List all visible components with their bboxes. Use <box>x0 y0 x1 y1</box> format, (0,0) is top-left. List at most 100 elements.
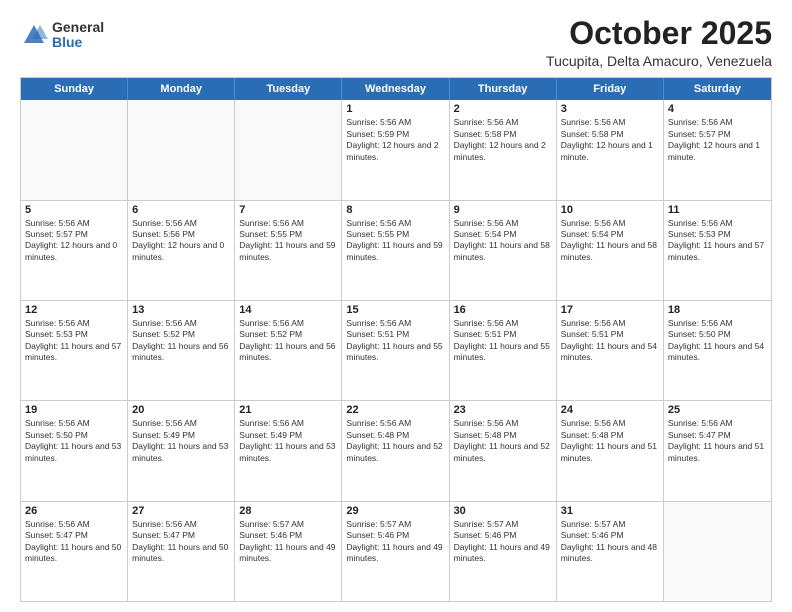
calendar-cell-empty <box>664 502 771 601</box>
cell-info: Sunrise: 5:56 AM Sunset: 5:49 PM Dayligh… <box>132 418 230 464</box>
calendar-row-3: 12Sunrise: 5:56 AM Sunset: 5:53 PM Dayli… <box>21 300 771 400</box>
logo-general: General <box>52 20 104 35</box>
month-title: October 2025 <box>546 16 772 51</box>
cell-info: Sunrise: 5:56 AM Sunset: 5:50 PM Dayligh… <box>668 318 767 364</box>
cell-info: Sunrise: 5:56 AM Sunset: 5:48 PM Dayligh… <box>346 418 444 464</box>
cell-info: Sunrise: 5:56 AM Sunset: 5:50 PM Dayligh… <box>25 418 123 464</box>
calendar-cell-1: 1 Sunrise: 5:56 AM Sunset: 5:59 PM Daylig… <box>342 100 449 199</box>
calendar-cell-18: 18 Sunrise: 5:56 AM Sunset: 5:50 PM Dayli… <box>664 301 771 400</box>
calendar-cell-empty <box>235 100 342 199</box>
calendar-cell-27: 27 Sunrise: 5:56 AM Sunset: 5:47 PM Dayli… <box>128 502 235 601</box>
calendar-row-5: 26 Sunrise: 5:56 AM Sunset: 5:47 PM Dayli… <box>21 501 771 601</box>
day-number: 9 <box>454 204 552 216</box>
calendar-cell-26: 26 Sunrise: 5:56 AM Sunset: 5:47 PM Dayli… <box>21 502 128 601</box>
cell-info: Sunrise: 5:56 AM Sunset: 5:57 PM Dayligh… <box>25 218 123 264</box>
calendar-cell-30: 30 Sunrise: 5:57 AM Sunset: 5:46 PM Dayli… <box>450 502 557 601</box>
calendar-cell-31: 31 Sunrise: 5:57 AM Sunset: 5:46 PM Dayli… <box>557 502 664 601</box>
calendar-cell-5: 5 Sunrise: 5:56 AM Sunset: 5:57 PM Daylig… <box>21 201 128 300</box>
day-number: 31 <box>561 505 659 517</box>
cell-info: Sunrise: 5:56 AM Sunset: 5:54 PM Dayligh… <box>454 218 552 264</box>
calendar-cell-22: 22 Sunrise: 5:56 AM Sunset: 5:48 PM Dayli… <box>342 401 449 500</box>
calendar: SundayMondayTuesdayWednesdayThursdayFrid… <box>20 77 772 602</box>
calendar-row-4: 19Sunrise: 5:56 AM Sunset: 5:50 PM Dayli… <box>21 400 771 500</box>
calendar-cell-14: 14 Sunrise: 5:56 AM Sunset: 5:52 PM Dayli… <box>235 301 342 400</box>
location: Tucupita, Delta Amacuro, Venezuela <box>546 53 772 69</box>
cell-info: Sunrise: 5:56 AM Sunset: 5:56 PM Dayligh… <box>132 218 230 264</box>
calendar-cell-empty <box>128 100 235 199</box>
cell-info: Sunrise: 5:56 AM Sunset: 5:47 PM Dayligh… <box>668 418 767 464</box>
day-number: 23 <box>454 404 552 416</box>
day-number: 26 <box>25 505 123 517</box>
cell-info: Sunrise: 5:56 AM Sunset: 5:54 PM Dayligh… <box>561 218 659 264</box>
cell-info: Sunrise: 5:57 AM Sunset: 5:46 PM Dayligh… <box>239 519 337 565</box>
page: General Blue October 2025 Tucupita, Delt… <box>0 0 792 612</box>
cell-info: Sunrise: 5:56 AM Sunset: 5:48 PM Dayligh… <box>561 418 659 464</box>
day-number: 29 <box>346 505 444 517</box>
calendar-cell-7: 7 Sunrise: 5:56 AM Sunset: 5:55 PM Daylig… <box>235 201 342 300</box>
title-block: October 2025 Tucupita, Delta Amacuro, Ve… <box>546 16 772 69</box>
day-number: 18 <box>668 304 767 316</box>
calendar-cell-8: 8 Sunrise: 5:56 AM Sunset: 5:55 PM Daylig… <box>342 201 449 300</box>
day-number: 13 <box>132 304 230 316</box>
calendar-cell-11: 11Sunrise: 5:56 AM Sunset: 5:53 PM Dayli… <box>664 201 771 300</box>
day-number: 17 <box>561 304 659 316</box>
cell-info: Sunrise: 5:56 AM Sunset: 5:51 PM Dayligh… <box>346 318 444 364</box>
header-day-monday: Monday <box>128 78 235 100</box>
logo-blue: Blue <box>52 35 104 50</box>
header: General Blue October 2025 Tucupita, Delt… <box>20 16 772 69</box>
calendar-cell-21: 21 Sunrise: 5:56 AM Sunset: 5:49 PM Dayli… <box>235 401 342 500</box>
day-number: 28 <box>239 505 337 517</box>
day-number: 14 <box>239 304 337 316</box>
cell-info: Sunrise: 5:56 AM Sunset: 5:59 PM Dayligh… <box>346 117 444 163</box>
day-number: 1 <box>346 103 444 115</box>
cell-info: Sunrise: 5:56 AM Sunset: 5:57 PM Dayligh… <box>668 117 767 163</box>
calendar-row-1: 1 Sunrise: 5:56 AM Sunset: 5:59 PM Daylig… <box>21 100 771 199</box>
day-number: 5 <box>25 204 123 216</box>
calendar-cell-12: 12Sunrise: 5:56 AM Sunset: 5:53 PM Dayli… <box>21 301 128 400</box>
calendar-header: SundayMondayTuesdayWednesdayThursdayFrid… <box>21 78 771 100</box>
day-number: 24 <box>561 404 659 416</box>
logo-icon <box>20 21 48 49</box>
header-day-saturday: Saturday <box>664 78 771 100</box>
day-number: 8 <box>346 204 444 216</box>
cell-info: Sunrise: 5:57 AM Sunset: 5:46 PM Dayligh… <box>561 519 659 565</box>
cell-info: Sunrise: 5:56 AM Sunset: 5:52 PM Dayligh… <box>239 318 337 364</box>
day-number: 6 <box>132 204 230 216</box>
calendar-row-2: 5 Sunrise: 5:56 AM Sunset: 5:57 PM Daylig… <box>21 200 771 300</box>
calendar-cell-10: 10 Sunrise: 5:56 AM Sunset: 5:54 PM Dayli… <box>557 201 664 300</box>
day-number: 10 <box>561 204 659 216</box>
day-number: 20 <box>132 404 230 416</box>
cell-info: Sunrise: 5:56 AM Sunset: 5:55 PM Dayligh… <box>346 218 444 264</box>
cell-info: Sunrise: 5:56 AM Sunset: 5:58 PM Dayligh… <box>454 117 552 163</box>
logo-text: General Blue <box>52 20 104 51</box>
cell-info: Sunrise: 5:56 AM Sunset: 5:52 PM Dayligh… <box>132 318 230 364</box>
day-number: 15 <box>346 304 444 316</box>
cell-info: Sunrise: 5:56 AM Sunset: 5:47 PM Dayligh… <box>25 519 123 565</box>
calendar-cell-9: 9 Sunrise: 5:56 AM Sunset: 5:54 PM Daylig… <box>450 201 557 300</box>
cell-info: Sunrise: 5:56 AM Sunset: 5:49 PM Dayligh… <box>239 418 337 464</box>
logo: General Blue <box>20 20 104 51</box>
cell-info: Sunrise: 5:56 AM Sunset: 5:48 PM Dayligh… <box>454 418 552 464</box>
day-number: 27 <box>132 505 230 517</box>
calendar-cell-13: 13 Sunrise: 5:56 AM Sunset: 5:52 PM Dayli… <box>128 301 235 400</box>
day-number: 3 <box>561 103 659 115</box>
calendar-cell-empty <box>21 100 128 199</box>
calendar-cell-25: 25 Sunrise: 5:56 AM Sunset: 5:47 PM Dayli… <box>664 401 771 500</box>
day-number: 11 <box>668 204 767 216</box>
day-number: 22 <box>346 404 444 416</box>
calendar-cell-19: 19Sunrise: 5:56 AM Sunset: 5:50 PM Dayli… <box>21 401 128 500</box>
cell-info: Sunrise: 5:56 AM Sunset: 5:47 PM Dayligh… <box>132 519 230 565</box>
day-number: 30 <box>454 505 552 517</box>
cell-info: Sunrise: 5:56 AM Sunset: 5:51 PM Dayligh… <box>561 318 659 364</box>
cell-info: Sunrise: 5:56 AM Sunset: 5:55 PM Dayligh… <box>239 218 337 264</box>
cell-info: Sunrise: 5:56 AM Sunset: 5:53 PM Dayligh… <box>25 318 123 364</box>
cell-info: Sunrise: 5:57 AM Sunset: 5:46 PM Dayligh… <box>454 519 552 565</box>
day-number: 25 <box>668 404 767 416</box>
calendar-cell-17: 17 Sunrise: 5:56 AM Sunset: 5:51 PM Dayli… <box>557 301 664 400</box>
day-number: 7 <box>239 204 337 216</box>
cell-info: Sunrise: 5:56 AM Sunset: 5:51 PM Dayligh… <box>454 318 552 364</box>
header-day-wednesday: Wednesday <box>342 78 449 100</box>
cell-info: Sunrise: 5:57 AM Sunset: 5:46 PM Dayligh… <box>346 519 444 565</box>
day-number: 21 <box>239 404 337 416</box>
calendar-cell-6: 6 Sunrise: 5:56 AM Sunset: 5:56 PM Daylig… <box>128 201 235 300</box>
